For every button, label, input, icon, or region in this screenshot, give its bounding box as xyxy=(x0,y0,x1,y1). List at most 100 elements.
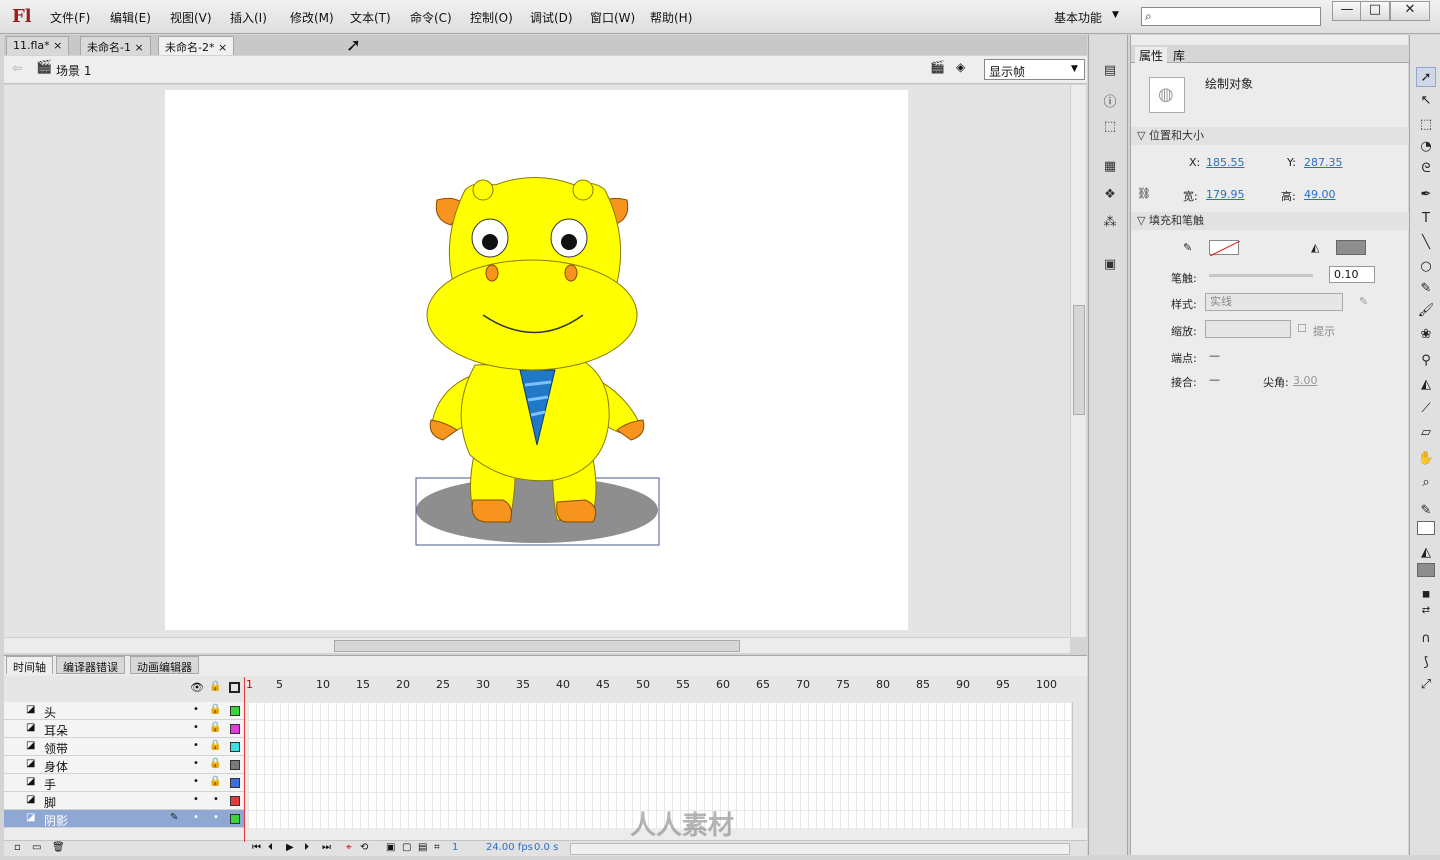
section-position-size[interactable]: ▽ 位置和大小 xyxy=(1131,127,1409,145)
hint-checkbox[interactable]: ☐ xyxy=(1297,322,1307,335)
edit-stroke-style-icon[interactable]: ✎ xyxy=(1359,295,1368,308)
lock-icon[interactable]: 🔒 xyxy=(209,758,221,769)
fill-color-chip[interactable] xyxy=(1417,563,1435,577)
timeline-horizontal-scrollbar[interactable] xyxy=(570,843,1070,855)
visibility-dot[interactable]: • xyxy=(193,794,199,805)
frame-rate[interactable]: 24.00 fps xyxy=(486,842,533,853)
layer-color-swatch[interactable] xyxy=(230,796,240,806)
oval-tool-icon[interactable]: ○ xyxy=(1416,257,1436,277)
character-drawing[interactable] xyxy=(165,90,908,630)
eraser-tool-icon[interactable]: ▱ xyxy=(1416,423,1436,443)
tab-timeline[interactable]: 时间轴 xyxy=(6,656,53,674)
layer-color-swatch[interactable] xyxy=(230,742,240,752)
edit-scene-icon[interactable]: 🎬 xyxy=(930,60,945,74)
stage-vertical-scrollbar[interactable] xyxy=(1070,85,1086,637)
close-tab-icon[interactable]: × xyxy=(53,39,62,52)
menu-edit[interactable]: 编辑(E) xyxy=(110,9,151,26)
layer-row[interactable]: ◪ 脚 • • xyxy=(4,792,244,810)
deco-tool-icon[interactable]: ❀ xyxy=(1416,325,1436,345)
close-button[interactable]: ✕ xyxy=(1390,1,1430,21)
scale-select[interactable] xyxy=(1205,320,1291,338)
new-folder-icon[interactable]: ▭ xyxy=(32,842,41,853)
minimize-button[interactable]: — xyxy=(1332,1,1362,21)
tab-library[interactable]: 库 xyxy=(1173,47,1185,64)
eyedropper-tool-icon[interactable]: ⟋ xyxy=(1416,399,1436,419)
bone-tool-icon[interactable]: ⚲ xyxy=(1416,351,1436,371)
brush-tool-icon[interactable]: 🖌 xyxy=(1416,301,1436,321)
tab-properties[interactable]: 属性 xyxy=(1135,47,1168,64)
lock-dot[interactable]: • xyxy=(213,794,219,805)
play-icon[interactable]: ▶ xyxy=(286,842,294,853)
3d-rotation-tool-icon[interactable]: ◔ xyxy=(1416,137,1436,157)
layer-row[interactable]: ◪ 耳朵 • 🔒 xyxy=(4,720,244,738)
search-input[interactable]: ⌕ xyxy=(1141,7,1321,26)
doc-tab[interactable]: 11.fla* × xyxy=(6,36,70,55)
onion-skin-icon[interactable]: ▣ xyxy=(386,842,395,853)
zoom-tool-icon[interactable]: ⌕ xyxy=(1416,473,1436,493)
layer-row[interactable]: ◪ 头 • 🔒 xyxy=(4,702,244,720)
doc-tab[interactable]: 未命名-1 × xyxy=(80,36,151,55)
current-frame[interactable]: 1 xyxy=(452,842,458,853)
back-arrow-icon[interactable]: ⇦ xyxy=(12,61,22,75)
menu-debug[interactable]: 调试(D) xyxy=(530,9,573,26)
edit-multiple-frames-icon[interactable]: ▤ xyxy=(418,842,427,853)
playhead[interactable] xyxy=(244,677,245,842)
y-value[interactable]: 287.35 xyxy=(1304,156,1343,169)
layer-color-swatch[interactable] xyxy=(230,814,240,824)
visibility-dot[interactable]: • xyxy=(193,758,199,769)
step-forward-icon[interactable]: ⏵ xyxy=(304,842,309,853)
style-select[interactable]: 实线 xyxy=(1205,293,1343,311)
scroll-thumb[interactable] xyxy=(1073,305,1085,415)
visibility-dot[interactable]: • xyxy=(193,704,199,715)
stage-canvas[interactable] xyxy=(165,90,908,630)
paint-bucket-tool-icon[interactable]: ◭ xyxy=(1416,375,1436,395)
menu-help[interactable]: 帮助(H) xyxy=(650,9,692,26)
section-fill-stroke[interactable]: ▽ 填充和笔触 xyxy=(1131,212,1409,230)
frame-ruler[interactable]: 1 5 10 15 20 25 30 35 40 45 50 55 60 65 … xyxy=(244,676,1070,702)
loop-icon[interactable]: ⟲ xyxy=(360,842,368,853)
close-tab-icon[interactable]: × xyxy=(134,41,143,54)
layer-color-swatch[interactable] xyxy=(230,760,240,770)
shadow-shape[interactable] xyxy=(416,477,658,543)
close-tab-icon[interactable]: × xyxy=(218,41,227,54)
height-value[interactable]: 49.00 xyxy=(1304,188,1336,201)
fill-color-icon[interactable]: ◭ xyxy=(1416,543,1436,563)
x-value[interactable]: 185.55 xyxy=(1206,156,1245,169)
center-frame-icon[interactable]: ⌖ xyxy=(346,842,352,853)
menu-commands[interactable]: 命令(C) xyxy=(410,9,452,26)
pencil-tool-icon[interactable]: ✎ xyxy=(1416,279,1436,299)
selection-tool-icon[interactable]: ➚ xyxy=(1416,67,1436,87)
menu-text[interactable]: 文本(T) xyxy=(350,9,391,26)
onion-skin-outlines-icon[interactable]: ▢ xyxy=(402,842,411,853)
link-icon[interactable]: ⛓ xyxy=(1137,187,1151,200)
lock-icon[interactable]: 🔒 xyxy=(209,704,221,715)
menu-window[interactable]: 窗口(W) xyxy=(590,9,635,26)
menu-modify[interactable]: 修改(M) xyxy=(290,9,334,26)
tab-compiler-errors[interactable]: 编译器错误 xyxy=(56,656,125,674)
go-to-first-frame-icon[interactable]: ⏮ xyxy=(252,842,261,853)
width-value[interactable]: 179.95 xyxy=(1206,188,1245,201)
workspace-dropdown[interactable]: 基本功能 xyxy=(1054,9,1102,26)
hand-tool-icon[interactable]: ✋ xyxy=(1416,449,1436,469)
join-select[interactable]: — xyxy=(1209,373,1220,386)
layer-color-swatch[interactable] xyxy=(230,724,240,734)
stroke-color-chip[interactable] xyxy=(1417,521,1435,535)
menu-insert[interactable]: 插入(I) xyxy=(230,9,267,26)
layer-color-swatch[interactable] xyxy=(230,706,240,716)
visibility-dot[interactable]: • xyxy=(193,722,199,733)
layer-color-swatch[interactable] xyxy=(230,778,240,788)
pen-tool-icon[interactable]: ✒ xyxy=(1416,185,1436,205)
layer-row[interactable]: ◪ 手 • 🔒 xyxy=(4,774,244,792)
scroll-thumb[interactable] xyxy=(334,640,740,652)
smooth-icon[interactable]: ⟆ xyxy=(1416,653,1436,673)
straighten-icon[interactable]: ⤢ xyxy=(1416,675,1436,695)
view-mode-select[interactable]: 显示帧 ▼ xyxy=(984,59,1085,80)
subselection-tool-icon[interactable]: ↖ xyxy=(1416,91,1436,111)
project-icon[interactable]: ▣ xyxy=(1101,257,1119,273)
miter-value[interactable]: 3.00 xyxy=(1293,374,1318,387)
modify-markers-icon[interactable]: ⌗ xyxy=(434,842,440,853)
stage-horizontal-scrollbar[interactable] xyxy=(4,637,1070,653)
stroke-slider[interactable] xyxy=(1209,274,1313,277)
cap-select[interactable]: — xyxy=(1209,349,1220,362)
stroke-color-icon[interactable]: ✎ xyxy=(1416,501,1436,521)
